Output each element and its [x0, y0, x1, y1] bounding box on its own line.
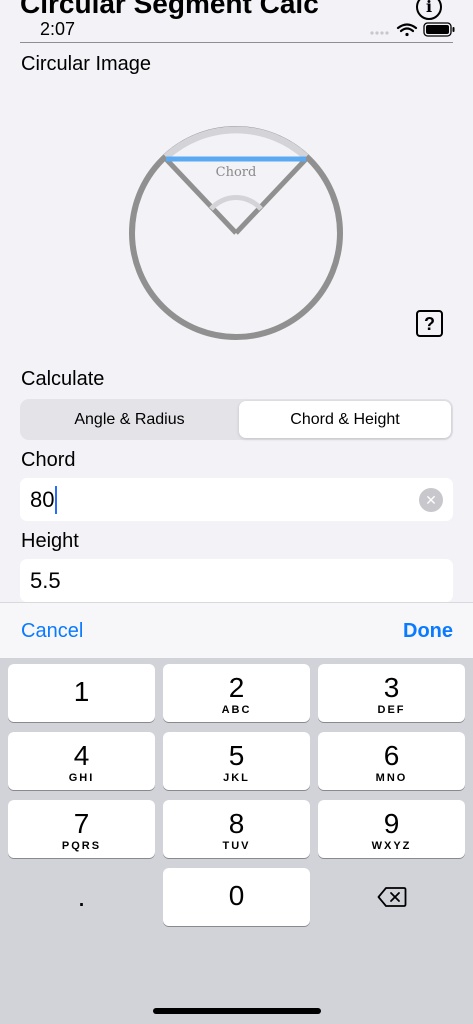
key-0[interactable]: 0: [163, 868, 310, 926]
segment-angle-radius[interactable]: Angle & Radius: [22, 401, 237, 438]
key-1[interactable]: 1: [8, 664, 155, 722]
angle-arc: [209, 195, 263, 211]
chord-label: Chord: [21, 449, 76, 471]
page-title: Circular Segment Calc: [20, 0, 319, 19]
circular-segment-diagram: Chord: [129, 126, 343, 340]
circular-image-label: Circular Image: [21, 53, 152, 75]
numeric-keypad: 1 2 ABC 3 DEF 4 GHI 5 JKL 6 MNO 7 PQRS 8…: [0, 658, 473, 1024]
keyboard-toolbar: Cancel Done: [0, 602, 473, 659]
signal-icon: [370, 31, 389, 35]
cancel-button[interactable]: Cancel: [21, 619, 83, 643]
wifi-icon: [396, 23, 418, 37]
battery-icon: [423, 22, 455, 37]
info-button[interactable]: i: [416, 0, 442, 20]
status-icons: [370, 22, 455, 37]
nav-divider: [20, 42, 453, 43]
key-9[interactable]: 9 WXYZ: [318, 800, 465, 858]
info-icon: i: [425, 0, 433, 16]
delete-key[interactable]: [318, 868, 465, 926]
key-decimal[interactable]: .: [8, 868, 155, 926]
chord-input[interactable]: 80 ✕: [20, 478, 453, 521]
done-button[interactable]: Done: [403, 619, 453, 643]
key-3[interactable]: 3 DEF: [318, 664, 465, 722]
chord-label: Chord: [216, 165, 257, 180]
key-4[interactable]: 4 GHI: [8, 732, 155, 790]
key-8[interactable]: 8 TUV: [163, 800, 310, 858]
key-5[interactable]: 5 JKL: [163, 732, 310, 790]
chord-value: 80: [30, 486, 55, 512]
status-time: 2:07: [40, 19, 76, 39]
height-value: 5.5: [30, 567, 61, 593]
clear-icon[interactable]: ✕: [419, 488, 443, 512]
help-button[interactable]: ?: [416, 310, 443, 337]
backspace-icon: [377, 887, 406, 907]
segment-arc: [163, 126, 309, 160]
segment-chord-height[interactable]: Chord & Height: [239, 401, 451, 438]
calculate-label: Calculate: [21, 368, 105, 390]
key-2[interactable]: 2 ABC: [163, 664, 310, 722]
key-7[interactable]: 7 PQRS: [8, 800, 155, 858]
home-indicator: [153, 1008, 321, 1014]
key-6[interactable]: 6 MNO: [318, 732, 465, 790]
height-label: Height: [21, 530, 79, 552]
height-input[interactable]: 5.5: [20, 559, 453, 602]
calculate-segmented-control: Angle & Radius Chord & Height: [20, 399, 453, 440]
text-cursor: [55, 485, 58, 514]
